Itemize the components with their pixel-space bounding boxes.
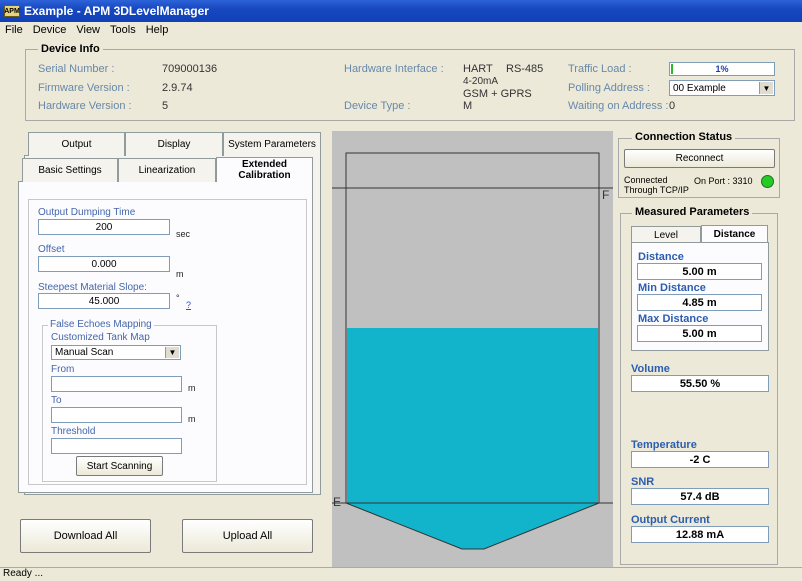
from-unit: m [188, 383, 196, 393]
start-scanning-button[interactable]: Start Scanning [76, 456, 163, 476]
hardware-label: Hardware Version : [38, 100, 132, 112]
status-bar: Ready ... [0, 567, 802, 581]
connection-title: Connection Status [632, 131, 736, 143]
tab-linearization[interactable]: Linearization [118, 158, 216, 182]
menu-bar: File Device View Tools Help [0, 22, 802, 37]
menu-view[interactable]: View [71, 24, 105, 36]
max-distance-value: 5.00 m [637, 325, 762, 342]
hw-interface-rs485: RS-485 [506, 63, 544, 75]
tab-level[interactable]: Level [631, 226, 701, 243]
output-current-label: Output Current [631, 514, 710, 526]
volume-value: 55.50 % [631, 375, 769, 392]
tank-map-label: Customized Tank Map [51, 332, 150, 343]
dumping-label: Output Dumping Time [38, 207, 136, 218]
measured-title: Measured Parameters [632, 206, 753, 218]
tab-output[interactable]: Output [28, 132, 125, 156]
title-bar: APM Example - APM 3DLevelManager [0, 0, 802, 22]
to-unit: m [188, 414, 196, 424]
window-title: Example - APM 3DLevelManager [24, 4, 209, 18]
threshold-input[interactable] [51, 438, 182, 454]
tank-drawing [332, 152, 613, 550]
menu-help[interactable]: Help [141, 24, 174, 36]
output-current-value: 12.88 mA [631, 526, 769, 543]
traffic-load-text: 1% [715, 64, 729, 74]
traffic-load-bar: 1% [669, 62, 775, 76]
tank-liquid-body [347, 328, 598, 503]
dumping-input[interactable]: 200 [38, 219, 170, 235]
chevron-down-icon[interactable]: ▼ [759, 82, 773, 94]
polling-address-select[interactable]: 00 Example ▼ [669, 80, 775, 96]
waiting-label: Waiting on Address : [568, 100, 669, 112]
hw-interface-420ma: 4-20mA [463, 76, 499, 87]
to-input[interactable] [51, 407, 182, 423]
connection-status-2: Through TCP/IP [624, 185, 689, 195]
to-label: To [51, 395, 62, 406]
polling-address-value: 00 Example [673, 83, 726, 94]
distance-value: 5.00 m [637, 263, 762, 280]
menu-file[interactable]: File [0, 24, 28, 36]
menu-tools[interactable]: Tools [105, 24, 141, 36]
min-distance-label: Min Distance [638, 282, 706, 294]
connection-led-icon [761, 175, 774, 188]
app-icon: APM [4, 5, 20, 17]
device-info-title: Device Info [38, 43, 103, 55]
min-distance-value: 4.85 m [637, 294, 762, 311]
hw-interface-hart: HART [463, 63, 493, 75]
snr-value: 57.4 dB [631, 488, 769, 505]
volume-label: Volume [631, 363, 670, 375]
false-echoes-title: False Echoes Mapping [48, 319, 154, 330]
tab-distance[interactable]: Distance [701, 225, 768, 243]
offset-unit: m [176, 269, 184, 279]
tank-view: F E [332, 131, 613, 570]
slope-label: Steepest Material Slope: [38, 282, 147, 293]
tab-extended-calibration[interactable]: Extended Calibration [216, 157, 313, 182]
tank-empty-marker: E [333, 495, 342, 509]
waiting-value: 0 [669, 100, 676, 112]
reconnect-button[interactable]: Reconnect [624, 149, 775, 168]
tank-liquid-cone [345, 502, 600, 550]
hw-interface-gsm: GSM + GPRS [463, 88, 532, 100]
tab-display[interactable]: Display [125, 132, 223, 156]
device-type-value: M [463, 100, 473, 112]
dumping-unit: sec [176, 229, 191, 239]
firmware-value: 2.9.74 [162, 82, 193, 94]
temperature-value: -2 C [631, 451, 769, 468]
menu-device[interactable]: Device [28, 24, 72, 36]
offset-label: Offset [38, 244, 65, 255]
hardware-value: 5 [162, 100, 169, 112]
offset-input[interactable]: 0.000 [38, 256, 170, 272]
threshold-label: Threshold [51, 426, 96, 437]
upload-all-button[interactable]: Upload All [182, 519, 313, 553]
traffic-label: Traffic Load : [568, 63, 632, 75]
polling-label: Polling Address : [568, 82, 650, 94]
device-type-label: Device Type : [344, 100, 411, 112]
tab-system-parameters[interactable]: System Parameters [223, 132, 321, 156]
tab-basic-settings[interactable]: Basic Settings [22, 158, 118, 182]
from-label: From [51, 364, 75, 375]
connection-status-1: Connected [624, 175, 668, 185]
tank-full-marker: F [602, 188, 610, 202]
hw-interface-label: Hardware Interface : [344, 63, 444, 75]
status-text: Ready ... [3, 568, 44, 579]
from-input[interactable] [51, 376, 182, 392]
temperature-label: Temperature [631, 439, 697, 451]
tank-map-value: Manual Scan [55, 347, 114, 358]
slope-help-link[interactable]: ? [186, 300, 191, 310]
slope-input[interactable]: 45.000 [38, 293, 170, 309]
snr-label: SNR [631, 476, 655, 488]
slope-unit: ° [176, 293, 180, 303]
download-all-button[interactable]: Download All [20, 519, 151, 553]
chevron-down-icon[interactable]: ▼ [165, 347, 179, 358]
serial-value: 709000136 [162, 63, 218, 75]
tank-map-select[interactable]: Manual Scan ▼ [51, 345, 181, 360]
connection-port: On Port : 3310 [694, 176, 753, 186]
firmware-label: Firmware Version : [38, 82, 130, 94]
distance-label: Distance [638, 251, 684, 263]
max-distance-label: Max Distance [638, 313, 709, 325]
serial-label: Serial Number : [38, 63, 115, 75]
